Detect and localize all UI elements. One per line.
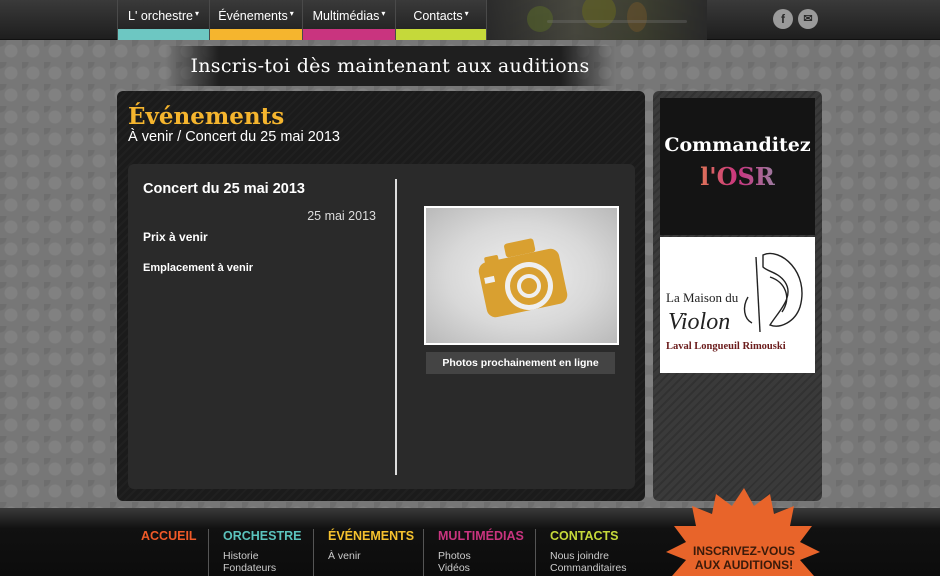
event-location: Emplacement à venir xyxy=(143,262,254,274)
footer-link-historie[interactable]: Historie xyxy=(223,550,301,562)
camera-icon xyxy=(478,238,568,318)
footer-link-fondateurs[interactable]: Fondateurs xyxy=(223,562,301,574)
main-content-panel: Événements À venir / Concert du 25 mai 2… xyxy=(117,91,645,501)
divider xyxy=(395,179,397,475)
nav-orchestre-label: L' orchestre xyxy=(118,0,209,23)
nav-color-bar xyxy=(118,29,209,40)
nav-contacts-label: Contacts xyxy=(396,0,486,23)
footer-col-orchestre: ORCHESTRE Historie Fondateurs xyxy=(208,529,301,576)
event-title: Concert du 25 mai 2013 xyxy=(143,181,305,197)
photo-placeholder xyxy=(424,206,619,345)
footer-col-contacts: CONTACTS Nous joindre Commanditaires xyxy=(535,529,626,576)
nav-color-bar xyxy=(210,29,302,40)
nav-evenements[interactable]: Événements xyxy=(209,0,302,40)
music-decoration xyxy=(487,0,707,40)
nav-evenements-label: Événements xyxy=(210,0,302,23)
sponsor-heading: Commanditez xyxy=(664,134,811,156)
footer-link-evenements[interactable]: ÉVÉNEMENTS xyxy=(328,529,414,543)
event-price: Prix à venir xyxy=(143,230,208,244)
footer-col-evenements: ÉVÉNEMENTS À venir xyxy=(313,529,414,576)
audition-cta-badge[interactable]: INSCRIVEZ-VOUS AUX AUDITIONS! xyxy=(664,488,824,576)
photos-coming-button[interactable]: Photos prochainement en ligne xyxy=(426,352,615,374)
page-title: Événements xyxy=(128,103,285,130)
footer-link-accueil[interactable]: ACCUEIL xyxy=(141,529,197,543)
breadcrumb: À venir / Concert du 25 mai 2013 xyxy=(128,129,340,145)
audition-banner[interactable]: Inscris-toi dès maintenant aux auditions xyxy=(165,46,615,86)
banner-text: Inscris-toi dès maintenant aux auditions xyxy=(190,55,590,77)
sponsor-osr-ad[interactable]: Commanditez l'OSR xyxy=(660,98,815,235)
nav-multimedias-label: Multimédias xyxy=(303,0,395,23)
footer-col-multimedias: MULTIMÉDIAS Photos Vidéos xyxy=(423,529,524,576)
sponsor-locations: Laval Longueuil Rimouski xyxy=(666,341,786,352)
nav-color-bar xyxy=(396,29,486,40)
footer-link-nous-joindre[interactable]: Nous joindre xyxy=(550,550,626,562)
sponsor-maison-du-violon[interactable]: La Maison du Violon Laval Longueuil Rimo… xyxy=(660,237,815,373)
nav-color-bar xyxy=(303,29,395,40)
sponsor-sidebar: Commanditez l'OSR La Maison du Violon La… xyxy=(653,91,822,501)
footer-link-contacts[interactable]: CONTACTS xyxy=(550,529,626,543)
event-card: Concert du 25 mai 2013 25 mai 2013 Prix … xyxy=(128,164,635,489)
cta-line2: AUX AUDITIONS! xyxy=(694,558,794,572)
footer-link-videos[interactable]: Vidéos xyxy=(438,562,524,574)
facebook-icon[interactable]: f xyxy=(773,9,793,29)
footer-link-multimedias[interactable]: MULTIMÉDIAS xyxy=(438,529,524,543)
nav-multimedias[interactable]: Multimédias xyxy=(302,0,395,40)
footer-col-accueil: ACCUEIL xyxy=(141,529,197,543)
email-icon[interactable]: ✉ xyxy=(798,9,818,29)
footer-link-photos[interactable]: Photos xyxy=(438,550,524,562)
nav-orchestre[interactable]: L' orchestre xyxy=(117,0,209,40)
main-nav: L' orchestre Événements Multimédias Cont… xyxy=(117,0,487,40)
top-navigation-bar: L' orchestre Événements Multimédias Cont… xyxy=(0,0,940,40)
nav-contacts[interactable]: Contacts xyxy=(395,0,487,40)
osr-logo: l'OSR xyxy=(660,162,815,191)
footer-link-orchestre[interactable]: ORCHESTRE xyxy=(223,529,301,543)
footer-link-commanditaires[interactable]: Commanditaires xyxy=(550,562,626,574)
event-date: 25 mai 2013 xyxy=(307,209,376,223)
sponsor-text-violon: Violon xyxy=(668,309,731,335)
sponsor-text-line1: La Maison du xyxy=(666,290,739,305)
footer-link-a-venir[interactable]: À venir xyxy=(328,550,414,562)
cta-line1: INSCRIVEZ-VOUS xyxy=(692,544,795,558)
